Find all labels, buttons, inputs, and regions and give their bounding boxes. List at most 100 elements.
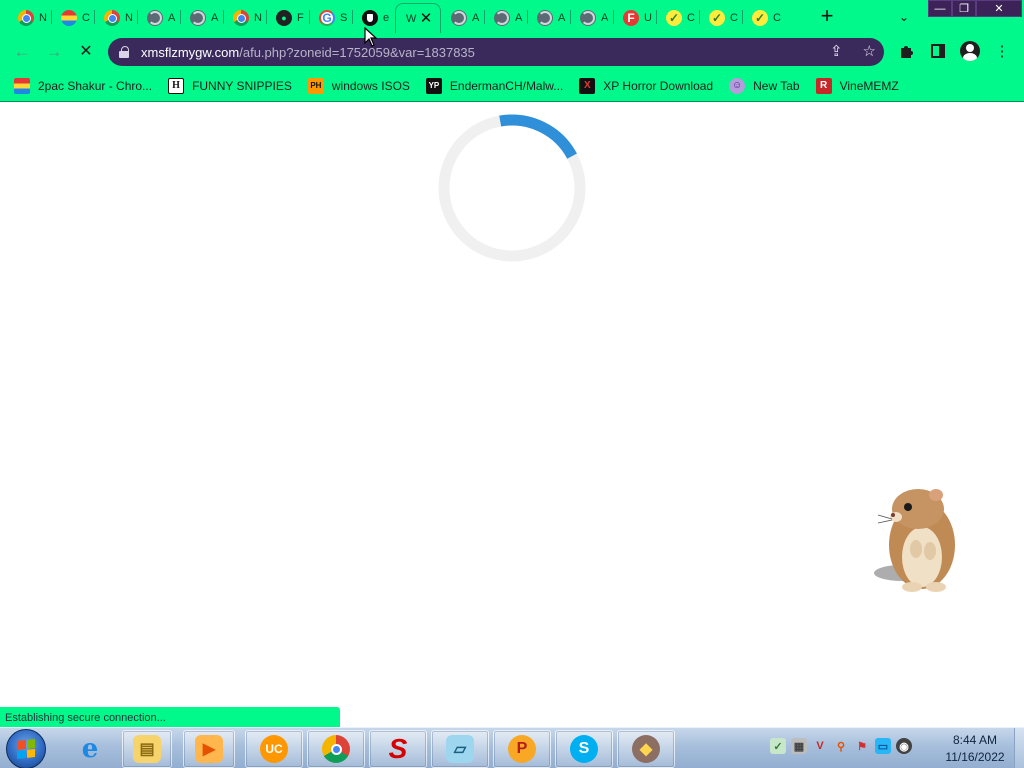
tab-search-button[interactable]: ⌄: [895, 8, 913, 26]
taskbar-app-agent-app[interactable]: ◆: [617, 730, 675, 768]
profile-avatar-icon[interactable]: [960, 41, 980, 61]
taskbar-app-media-player[interactable]: ▶: [183, 730, 235, 768]
chrome-icon: [233, 10, 249, 26]
bookmark-label: VineMEMZ: [839, 78, 899, 93]
taskbar-app-chrome[interactable]: [307, 730, 365, 768]
tab[interactable]: ✓ C: [742, 3, 785, 33]
bookmark-item[interactable]: X XP Horror Download: [579, 74, 713, 98]
r-logo-icon: R: [815, 77, 832, 94]
taskbar-app-p-app[interactable]: P: [493, 730, 551, 768]
taskbar-app-file-explorer[interactable]: ▤: [122, 730, 172, 768]
yp-logo-icon: YP: [425, 77, 442, 94]
bookmark-item[interactable]: R VineMEMZ: [815, 74, 899, 98]
bookmark-item[interactable]: PH windows ISOS: [307, 74, 410, 98]
bookmark-label: New Tab: [753, 78, 800, 93]
bookmark-label: FUNNY SNIPPIES: [192, 78, 292, 93]
tab-title: C: [773, 12, 781, 24]
tab-title: U: [644, 12, 652, 24]
mouse-cursor-icon: [364, 27, 378, 47]
tab-active[interactable]: W ✕: [395, 3, 441, 33]
minimize-button[interactable]: —: [928, 0, 952, 17]
star-bookmark-icon[interactable]: ☆: [863, 43, 876, 61]
bookmark-item[interactable]: ☺ New Tab: [729, 74, 800, 98]
new-tab-button[interactable]: +: [816, 5, 838, 28]
tab-strip: N C N A A N ● F G Se W ✕ A A A A F U ✓ C ✓ C ✓ C + ⌄ — ❐ ✕: [0, 0, 1024, 34]
bookmark-label: EndermanCH/Malw...: [449, 78, 564, 93]
tab[interactable]: A: [180, 3, 223, 33]
url-path: /afu.php?zoneid=1752059&var=1837835: [239, 44, 475, 60]
tray-icon[interactable]: ✓: [770, 738, 786, 754]
tab[interactable]: A: [441, 3, 484, 33]
x-logo-icon: X: [579, 77, 596, 94]
forward-button[interactable]: →: [43, 41, 65, 63]
globe-icon: [494, 10, 510, 26]
maximize-button[interactable]: ❐: [952, 0, 976, 17]
address-bar[interactable]: xmsflzmygw.com/afu.php?zoneid=1752059&va…: [108, 38, 884, 66]
media-player-icon: ▶: [195, 735, 223, 763]
back-button[interactable]: ←: [11, 41, 33, 63]
tab[interactable]: C: [51, 3, 94, 33]
tab[interactable]: ● F: [266, 3, 309, 33]
tray-icon[interactable]: ▭: [875, 738, 891, 754]
tray-icon[interactable]: ⚑: [854, 738, 870, 754]
bookmark-item[interactable]: H FUNNY SNIPPIES: [168, 74, 292, 98]
tab-title: N: [39, 12, 47, 24]
page-content: Establishing secure connection...: [0, 103, 1024, 729]
tray-icon[interactable]: V: [812, 738, 828, 754]
bookmark-item[interactable]: YP EndermanCH/Malw...: [425, 74, 564, 98]
tab[interactable]: A: [484, 3, 527, 33]
tab[interactable]: N: [94, 3, 137, 33]
chrome-icon: [104, 10, 120, 26]
taskbar-app-internet-explorer[interactable]: e: [68, 730, 112, 768]
tray-icon[interactable]: ▦: [791, 738, 807, 754]
taskbar-app-uc-browser[interactable]: UC: [245, 730, 303, 768]
dark-logo-icon: ●: [276, 10, 292, 26]
taskbar-app-skype[interactable]: S: [555, 730, 613, 768]
tab[interactable]: N: [8, 3, 51, 33]
show-desktop-button[interactable]: [1014, 728, 1024, 768]
bookmark-label: XP Horror Download: [603, 78, 714, 93]
tab-title: e: [383, 12, 390, 24]
system-clock[interactable]: 8:44 AM 11/16/2022: [940, 732, 1010, 766]
globe-icon: [580, 10, 596, 26]
agent-app-icon: ◆: [632, 735, 660, 763]
share-icon[interactable]: ⇪: [830, 43, 843, 61]
tab-close-icon[interactable]: ✕: [418, 11, 434, 27]
tray-icon[interactable]: ⚲: [833, 738, 849, 754]
taskbar-app-s-app[interactable]: S: [369, 730, 427, 768]
tab[interactable]: ✓ C: [699, 3, 742, 33]
h-logo-icon: H: [168, 77, 185, 94]
browser-toolbar: ← → ✕ xmsflzmygw.com/afu.php?zoneid=1752…: [0, 34, 1024, 70]
shield-icon: [362, 10, 378, 26]
stop-loading-button[interactable]: ✕: [75, 41, 97, 63]
start-button[interactable]: [6, 729, 46, 768]
file-explorer-icon: ▤: [133, 735, 161, 763]
uc-browser-icon: UC: [260, 735, 288, 763]
tab[interactable]: ✓ C: [656, 3, 699, 33]
s-app-icon: S: [388, 733, 408, 764]
globe-icon: [147, 10, 163, 26]
lock-icon[interactable]: [119, 46, 129, 58]
tab[interactable]: A: [527, 3, 570, 33]
tab-title: A: [472, 12, 480, 24]
extensions-puzzle-icon[interactable]: [896, 41, 916, 61]
tab-title: S: [340, 12, 348, 24]
p-app-icon: P: [508, 735, 536, 763]
menu-kebab-icon[interactable]: ⋮: [992, 41, 1012, 61]
tab[interactable]: N: [223, 3, 266, 33]
url-text[interactable]: xmsflzmygw.com/afu.php?zoneid=1752059&va…: [141, 45, 475, 60]
windows-taskbar: e ▤ ▶ UC S ▱ P S ◆ ✓ ▦ V ⚲ ⚑ ▭ ◉ 8:44 AM 11/16/2022: [0, 727, 1024, 768]
bookmark-item[interactable]: 2pac Shakur - Chro...: [14, 74, 152, 98]
tray-icon[interactable]: ◉: [896, 738, 912, 754]
tab[interactable]: GS: [309, 3, 352, 33]
tab[interactable]: FU: [613, 3, 656, 33]
tab-title: C: [687, 12, 695, 24]
rainbow-icon: [61, 10, 77, 26]
url-host: xmsflzmygw.com: [141, 44, 240, 60]
taskbar-app-notepad-app[interactable]: ▱: [431, 730, 489, 768]
close-window-button[interactable]: ✕: [976, 0, 1022, 17]
tab[interactable]: A: [570, 3, 613, 33]
side-panel-icon[interactable]: [928, 41, 948, 61]
bookmark-label: windows ISOS: [331, 78, 410, 93]
tab[interactable]: A: [137, 3, 180, 33]
